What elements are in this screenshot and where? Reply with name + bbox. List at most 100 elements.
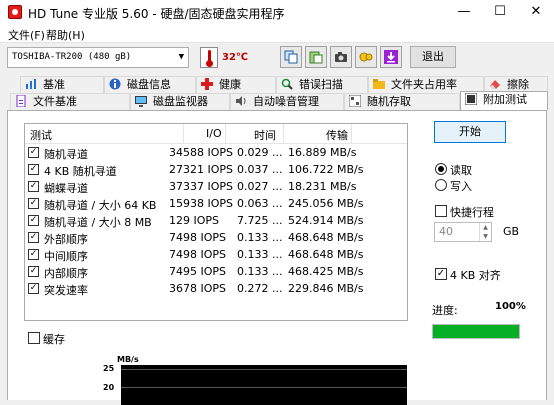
cell-transfer: 106.722 MB/s [288, 163, 364, 176]
cell-transfer: 16.889 MB/s [288, 146, 357, 159]
tab-label: 随机存取 [367, 95, 411, 108]
file-benchmark-icon [16, 95, 26, 107]
copy-button[interactable] [280, 46, 302, 68]
cell-io: 34588 IOPS [169, 146, 234, 159]
column-divider [183, 124, 184, 144]
graph-tick-label: 20 [103, 383, 115, 392]
cell-io: 7495 IOPS [169, 265, 227, 278]
align-4kb-checkbox[interactable]: ✓ [435, 268, 447, 280]
close-button[interactable]: ✕ [518, 0, 554, 24]
copy-icon [284, 50, 298, 64]
table-row[interactable]: ✓ 蝴蝶寻道 37337 IOPS 0.027 ... 18.231 MB/s [25, 179, 407, 196]
col-test[interactable]: 测试 [30, 127, 52, 143]
row-checkbox[interactable]: ✓ [28, 164, 39, 175]
read-label: 读取 [450, 164, 472, 177]
options-button[interactable] [355, 46, 377, 68]
cell-time: 0.133 ... [237, 265, 283, 278]
graph-tick-label: 25 [103, 364, 115, 373]
tab-benchmark[interactable]: 基准 [20, 76, 104, 93]
row-checkbox[interactable]: ✓ [28, 249, 39, 260]
cache-checkbox[interactable] [28, 332, 40, 344]
noise-icon [236, 96, 246, 106]
menu-help[interactable]: 帮助(H) [46, 27, 85, 43]
col-transfer[interactable]: 传输 [326, 127, 348, 143]
menu-file[interactable]: 文件(F) [8, 27, 45, 43]
cell-io: 27321 IOPS [169, 163, 234, 176]
table-row[interactable]: ✓ 4 KB 随机寻道 27321 IOPS 0.037 ... 106.722 MB/… [25, 162, 407, 179]
cell-transfer: 229.846 MB/s [288, 282, 364, 295]
quick-test-size-spinner[interactable]: 40 ▲ ▼ [434, 222, 492, 242]
tab-health[interactable]: 健康 [196, 76, 276, 93]
tab-label: 擦除 [507, 78, 529, 91]
tab-disk-monitor[interactable]: 磁盘监视器 [130, 93, 230, 110]
cell-transfer: 18.231 MB/s [288, 180, 357, 193]
tab-extra-tests[interactable]: 附加测试 [460, 91, 548, 110]
write-radio[interactable] [435, 179, 447, 191]
save-button[interactable] [380, 46, 402, 68]
transfer-graph [121, 365, 407, 405]
tab-disk-info[interactable]: 磁盘信息 [104, 76, 196, 93]
temperature-readout: 32℃ [222, 52, 249, 63]
cell-io: 7498 IOPS [169, 231, 227, 244]
cell-test: 内部顺序 [44, 267, 88, 280]
row-checkbox[interactable]: ✓ [28, 232, 39, 243]
table-row[interactable]: ✓ 外部顺序 7498 IOPS 0.133 ... 468.648 MB/s [25, 230, 407, 247]
screenshot-button[interactable] [330, 46, 352, 68]
options-icon [359, 52, 373, 62]
col-time[interactable]: 时间 [254, 127, 276, 143]
tab-file-benchmark[interactable]: 文件基准 [10, 93, 130, 110]
table-row[interactable]: ✓ 随机寻道 / 大小 8 MB 129 IOPS 7.725 ... 524.914 … [25, 213, 407, 230]
column-divider [283, 124, 284, 144]
tab-label: 基准 [43, 78, 65, 91]
cell-time: 0.133 ... [237, 231, 283, 244]
cell-time: 0.029 ... [237, 146, 283, 159]
cell-io: 3678 IOPS [169, 282, 227, 295]
row-checkbox[interactable]: ✓ [28, 198, 39, 209]
cell-time: 0.133 ... [237, 248, 283, 261]
chevron-down-icon: ▼ [178, 52, 184, 62]
cell-test: 随机寻道 / 大小 64 KB [44, 199, 157, 212]
table-row[interactable]: ✓ 突发速率 3678 IOPS 0.272 ... 229.846 MB/s [25, 281, 407, 298]
drive-select[interactable]: TOSHIBA-TR200 (480 gB) ▼ [7, 47, 189, 68]
row-checkbox[interactable]: ✓ [28, 283, 39, 294]
tab-label: 磁盘信息 [127, 78, 171, 91]
cell-test: 4 KB 随机寻道 [44, 165, 117, 178]
cell-transfer: 468.425 MB/s [288, 265, 364, 278]
row-checkbox[interactable]: ✓ [28, 215, 39, 226]
table-row[interactable]: ✓ 随机寻道 34588 IOPS 0.029 ... 16.889 MB/s [25, 145, 407, 162]
tab-random-access[interactable]: 随机存取 [344, 93, 460, 110]
table-row[interactable]: ✓ 中间顺序 7498 IOPS 0.133 ... 468.648 MB/s [25, 247, 407, 264]
start-button[interactable]: 开始 [434, 121, 506, 143]
read-radio[interactable] [435, 163, 447, 175]
error-scan-icon [281, 78, 293, 90]
column-divider [351, 124, 352, 144]
column-divider [225, 124, 226, 144]
quick-test-label: 快捷行程 [450, 206, 494, 219]
row-checkbox[interactable]: ✓ [28, 147, 39, 158]
maximize-button[interactable]: ☐ [482, 0, 518, 24]
thermometer-icon [200, 47, 218, 68]
paste-icon [309, 51, 323, 64]
cell-test: 突发速率 [44, 284, 88, 297]
minimize-button[interactable]: — [446, 0, 482, 24]
spinner-arrows-icon[interactable]: ▲ ▼ [479, 223, 491, 241]
row-checkbox[interactable]: ✓ [28, 266, 39, 277]
graph-gridline [121, 387, 407, 388]
tab-error-scan[interactable]: 错误扫描 [276, 76, 368, 93]
table-row[interactable]: ✓ 随机寻道 / 大小 64 KB 15938 IOPS 0.063 ... 245.0… [25, 196, 407, 213]
table-header: 测试 I/O 时间 传输 [25, 124, 407, 144]
tab-label: 错误扫描 [299, 78, 343, 91]
progress-fill [433, 325, 519, 338]
paste-button[interactable] [305, 46, 327, 68]
exit-button[interactable]: 退出 [410, 46, 456, 68]
title-bar: HD Tune 专业版 5.60 - 硬盘/固态硬盘实用程序 — ☐ ✕ [0, 0, 554, 24]
extra-tests-panel: 测试 I/O 时间 传输 ✓ 随机寻道 34588 IOPS 0.029 ... 16.… [7, 110, 547, 405]
table-row[interactable]: ✓ 内部顺序 7495 IOPS 0.133 ... 468.425 MB/s [25, 264, 407, 281]
tab-strip: 基准 磁盘信息 健康 错误扫描 文件夹占用率 擦除 文件基准 磁盘监视器 自动噪… [0, 72, 554, 110]
menu-bar: 文件(F) 帮助(H) [0, 24, 554, 43]
row-checkbox[interactable]: ✓ [28, 181, 39, 192]
tab-noise-management[interactable]: 自动噪音管理 [230, 93, 344, 110]
col-io[interactable]: I/O [206, 127, 222, 140]
quick-test-checkbox[interactable] [435, 205, 447, 217]
progress-bar [432, 324, 520, 339]
